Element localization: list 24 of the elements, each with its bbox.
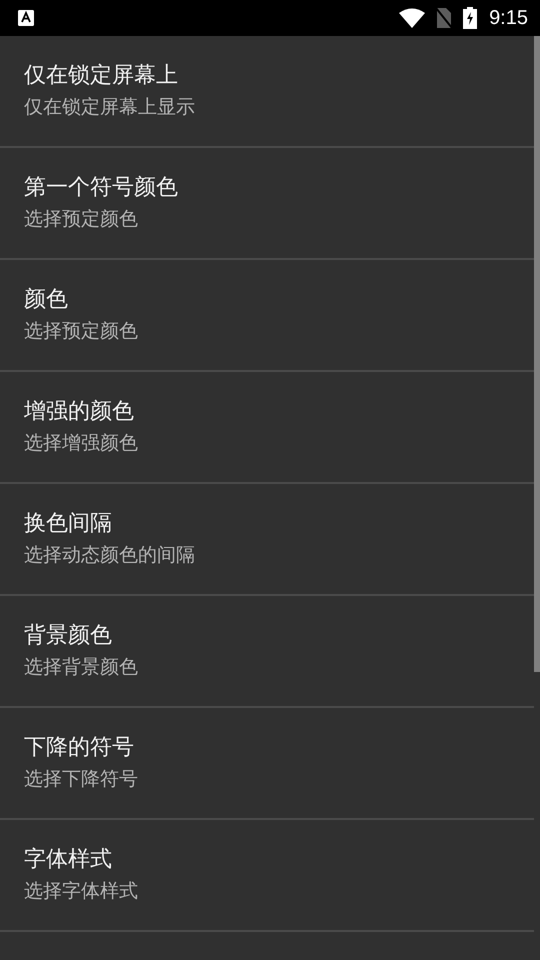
settings-item[interactable]: 字体样式 选择字体样式 bbox=[0, 820, 534, 932]
setting-description: 仅在锁定屏幕上显示 bbox=[24, 95, 195, 120]
battery-charging-icon bbox=[463, 7, 478, 29]
setting-description: 选择动态颜色的间隔 bbox=[24, 543, 195, 568]
setting-description: 选择预定颜色 bbox=[24, 319, 138, 344]
setting-title: 换色间隔 bbox=[24, 510, 112, 538]
setting-description: 选择增强颜色 bbox=[24, 431, 138, 456]
setting-description: 选择背景颜色 bbox=[24, 655, 138, 680]
settings-item[interactable]: 下降的符号 选择下降符号 bbox=[0, 708, 534, 820]
setting-description: 选择下降符号 bbox=[24, 767, 138, 792]
scrollbar[interactable] bbox=[534, 36, 540, 672]
setting-description: 选择预定颜色 bbox=[24, 207, 138, 232]
no-sim-icon bbox=[435, 7, 454, 29]
setting-title: 第一个符号颜色 bbox=[24, 174, 178, 202]
setting-title: 字体样式 bbox=[24, 846, 112, 874]
setting-title: 增强的颜色 bbox=[24, 398, 134, 426]
setting-title: 背景颜色 bbox=[24, 622, 112, 650]
app-notification-icon bbox=[18, 10, 34, 26]
setting-title: 颜色 bbox=[24, 286, 68, 314]
clock-time: 9:15 bbox=[489, 6, 528, 30]
setting-title: 仅在锁定屏幕上 bbox=[24, 62, 178, 90]
setting-description: 选择字体样式 bbox=[24, 879, 138, 904]
wifi-icon bbox=[399, 8, 426, 28]
setting-title: 下降的符号 bbox=[24, 734, 134, 762]
